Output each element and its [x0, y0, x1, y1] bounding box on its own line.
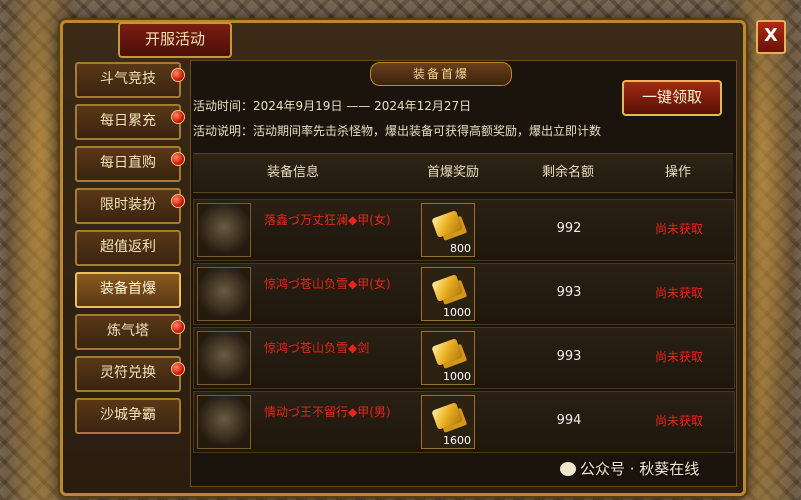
- sidebar-item-label: 炼气塔: [107, 323, 149, 339]
- reward-amount: 1600: [443, 434, 471, 447]
- sidebar-item[interactable]: 超值返利: [75, 230, 181, 266]
- sidebar-item-label: 装备首爆: [100, 281, 156, 297]
- column-header: 操作: [664, 165, 691, 180]
- reward-amount: 800: [450, 242, 471, 255]
- sidebar-item-label: 灵符兑换: [100, 365, 156, 381]
- sidebar-item[interactable]: 限时装扮: [75, 188, 185, 224]
- sidebar-item-active[interactable]: 装备首爆: [75, 272, 181, 308]
- equipment-icon[interactable]: [197, 267, 251, 321]
- equipment-name: 落鑫づ万丈狂澜◆甲(女): [264, 213, 391, 227]
- gold-ingot-icon: [431, 402, 463, 430]
- gold-ingot-icon: [431, 338, 463, 366]
- table-row: 惊鸿づ苍山负雪◆剑 1000 993 尚未获取: [193, 327, 735, 389]
- remaining-count: 992: [556, 221, 582, 236]
- sidebar-item[interactable]: 灵符兑换: [75, 356, 185, 392]
- equipment-name: 惊鸿づ苍山负雪◆甲(女): [264, 277, 391, 291]
- equipment-icon[interactable]: [197, 203, 251, 257]
- wechat-logo-icon: [560, 462, 576, 476]
- table-row: 惊鸿づ苍山负雪◆甲(女) 1000 993 尚未获取: [193, 263, 735, 325]
- notification-dot-icon: [171, 68, 185, 82]
- reward-amount: 1000: [443, 370, 471, 383]
- status-text: 尚未获取: [654, 414, 703, 428]
- column-header: 装备信息: [266, 165, 319, 180]
- reward-slot[interactable]: 1600: [421, 395, 475, 449]
- notification-dot-icon: [171, 194, 185, 208]
- sidebar-item[interactable]: 斗气竞技: [75, 62, 185, 98]
- sidebar-item-label: 每日累充: [100, 113, 156, 129]
- remaining-count: 993: [556, 285, 582, 300]
- notification-dot-icon: [171, 152, 185, 166]
- reward-slot[interactable]: 1000: [421, 331, 475, 385]
- status-text: 尚未获取: [654, 286, 703, 300]
- reward-slot[interactable]: 1000: [421, 267, 475, 321]
- activity-time: 活动时间：2024年9月19日 —— 2024年12月27日: [193, 99, 472, 113]
- window-title-tab: 开服活动: [118, 22, 232, 58]
- status-text: 尚未获取: [654, 350, 703, 364]
- watermark-text: 公众号 · 秋葵在线: [580, 460, 700, 478]
- equipment-name: 情动づ王不留行◆甲(男): [264, 405, 391, 419]
- sidebar-item-label: 沙城争霸: [100, 407, 156, 423]
- sidebar-item[interactable]: 每日累充: [75, 104, 185, 140]
- reward-slot[interactable]: 800: [421, 203, 475, 257]
- sidebar-item-label: 限时装扮: [100, 197, 156, 213]
- close-button[interactable]: X: [756, 20, 786, 54]
- watermark: 公众号 · 秋葵在线: [560, 458, 699, 479]
- sidebar-item[interactable]: 每日直购: [75, 146, 185, 182]
- activity-description: 活动说明：活动期间率先击杀怪物，爆出装备可获得高额奖励，爆出立即计数: [193, 124, 602, 138]
- status-text: 尚未获取: [654, 222, 703, 236]
- notification-dot-icon: [171, 110, 185, 124]
- section-banner: 装备首爆: [370, 62, 512, 86]
- table-row: 情动づ王不留行◆甲(男) 1600 994 尚未获取: [193, 391, 735, 453]
- equipment-icon[interactable]: [197, 395, 251, 449]
- equipment-icon[interactable]: [197, 331, 251, 385]
- table-row: 落鑫づ万丈狂澜◆甲(女) 800 992 尚未获取: [193, 199, 735, 261]
- column-header: 剩余名额: [541, 165, 594, 180]
- sidebar-item-label: 斗气竞技: [100, 71, 156, 87]
- remaining-count: 994: [556, 413, 582, 428]
- reward-amount: 1000: [443, 306, 471, 319]
- sidebar-item-label: 每日直购: [100, 155, 156, 171]
- sidebar-item-label: 超值返利: [100, 239, 156, 255]
- notification-dot-icon: [171, 362, 185, 376]
- remaining-count: 993: [556, 349, 582, 364]
- sidebar-item[interactable]: 沙城争霸: [75, 398, 181, 434]
- notification-dot-icon: [171, 320, 185, 334]
- table-header: 装备信息 首爆奖励 剩余名额 操作: [193, 153, 733, 193]
- gold-ingot-icon: [431, 210, 463, 238]
- gold-ingot-icon: [431, 274, 463, 302]
- equipment-name: 惊鸿づ苍山负雪◆剑: [264, 341, 370, 355]
- sidebar-item[interactable]: 炼气塔: [75, 314, 185, 350]
- claim-all-button[interactable]: 一键领取: [622, 80, 722, 116]
- sidebar: 斗气竞技 每日累充 每日直购 限时装扮 超值返利 装备首爆 炼气塔 灵符兑换 沙…: [75, 62, 185, 440]
- column-header: 首爆奖励: [426, 165, 479, 180]
